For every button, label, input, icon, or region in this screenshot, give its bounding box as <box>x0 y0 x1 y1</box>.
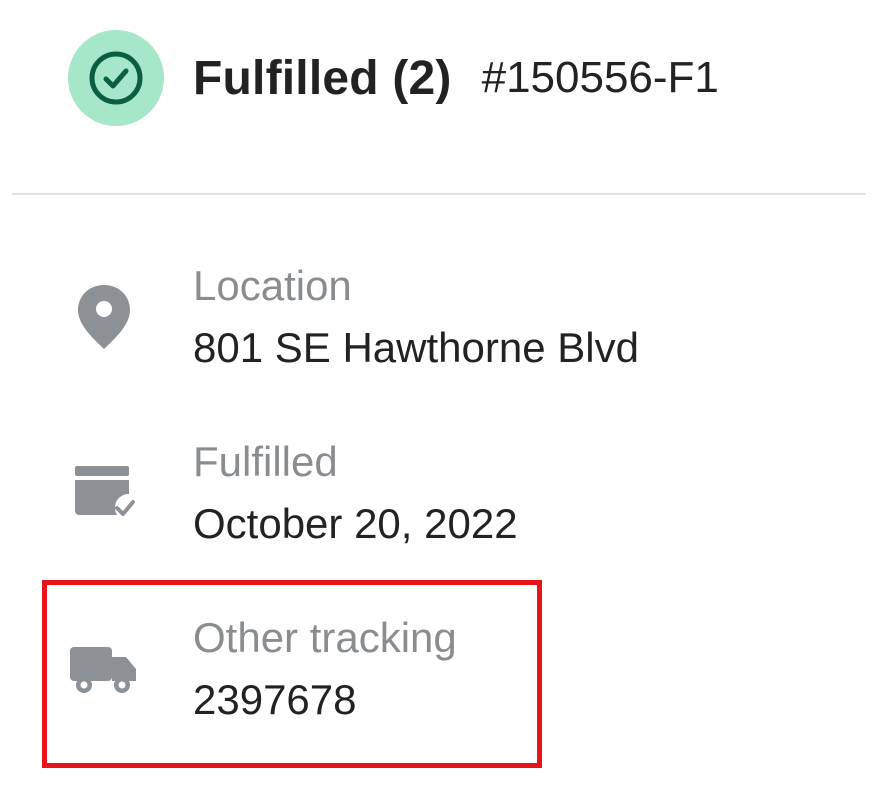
location-row: Location 801 SE Hawthorne Blvd <box>68 265 639 369</box>
location-label: Location <box>193 262 352 309</box>
fulfillment-title: Fulfilled (2) <box>193 51 452 105</box>
package-check-icon <box>68 457 140 529</box>
fulfilled-date-row: Fulfilled October 20, 2022 <box>68 441 518 545</box>
highlight-box <box>42 580 542 768</box>
order-id: #150556-F1 <box>481 53 719 102</box>
fulfilled-date-value: October 20, 2022 <box>193 500 518 547</box>
fulfillment-card: Fulfilled (2) #150556-F1 Location 801 SE… <box>0 0 878 797</box>
location-pin-icon <box>68 281 140 353</box>
location-value: 801 SE Hawthorne Blvd <box>193 324 639 371</box>
fulfillment-header: Fulfilled (2) #150556-F1 <box>68 30 719 126</box>
divider <box>12 193 866 195</box>
fulfilled-status-badge <box>68 30 164 126</box>
check-circle-icon <box>89 51 143 105</box>
fulfilled-label: Fulfilled <box>193 438 338 485</box>
